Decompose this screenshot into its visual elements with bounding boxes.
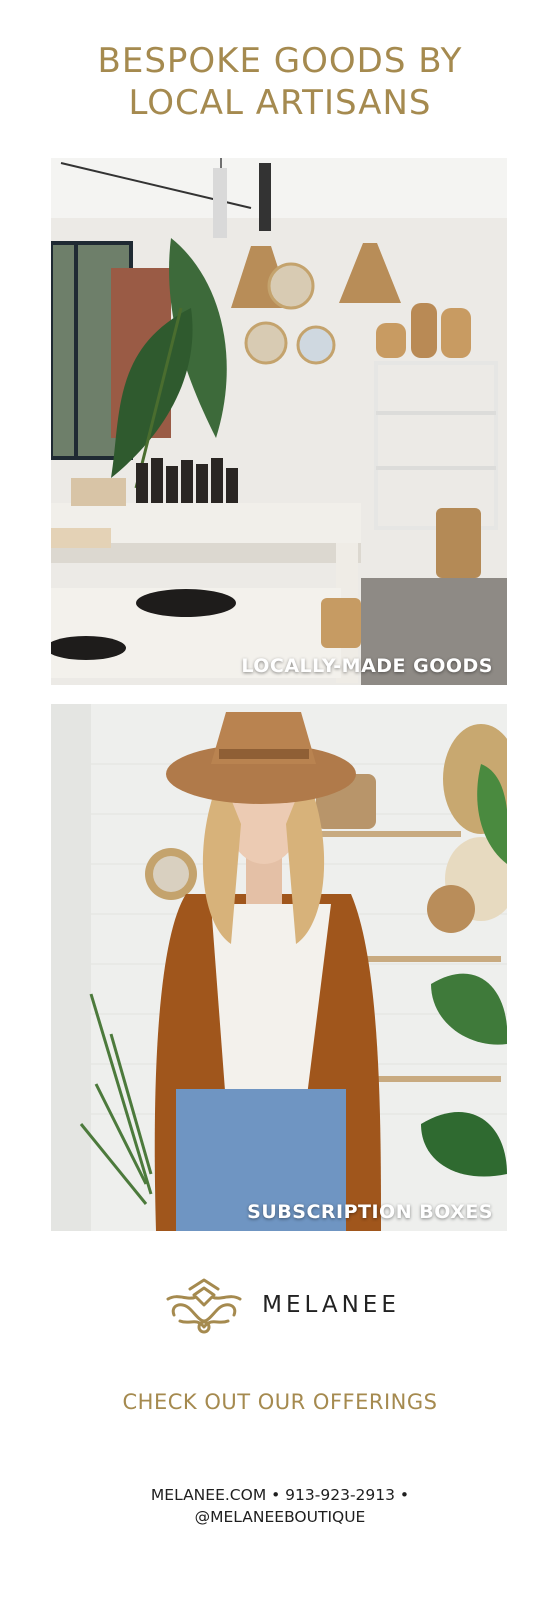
model-portrait-image <box>51 704 507 1231</box>
contact-line-2: @MELANEEBOUTIQUE <box>194 1508 366 1526</box>
headline-line-1: BESPOKE GOODS BY <box>97 41 463 81</box>
contact-info: MELANEE.COM • 913-923-2913 • @MELANEEBOU… <box>0 1484 560 1528</box>
subscription-boxes-photo: SUBSCRIPTION BOXES <box>51 704 507 1231</box>
brand-logo: MELANEE <box>0 1275 560 1335</box>
locally-made-goods-photo: LOCALLY-MADE GOODS <box>51 158 507 685</box>
locally-made-goods-caption: LOCALLY-MADE GOODS <box>241 655 493 677</box>
subscription-boxes-caption: SUBSCRIPTION BOXES <box>247 1201 493 1223</box>
headline: BESPOKE GOODS BY LOCAL ARTISANS <box>0 40 560 124</box>
headline-line-2: LOCAL ARTISANS <box>128 83 432 123</box>
ornamental-crest-icon <box>166 1278 242 1334</box>
boutique-interior-image <box>51 158 507 685</box>
contact-line-1: MELANEE.COM • 913-923-2913 • <box>150 1486 410 1504</box>
brand-name: MELANEE <box>262 1292 400 1318</box>
check-out-offerings-text: CHECK OUT OUR OFFERINGS <box>122 1390 438 1414</box>
